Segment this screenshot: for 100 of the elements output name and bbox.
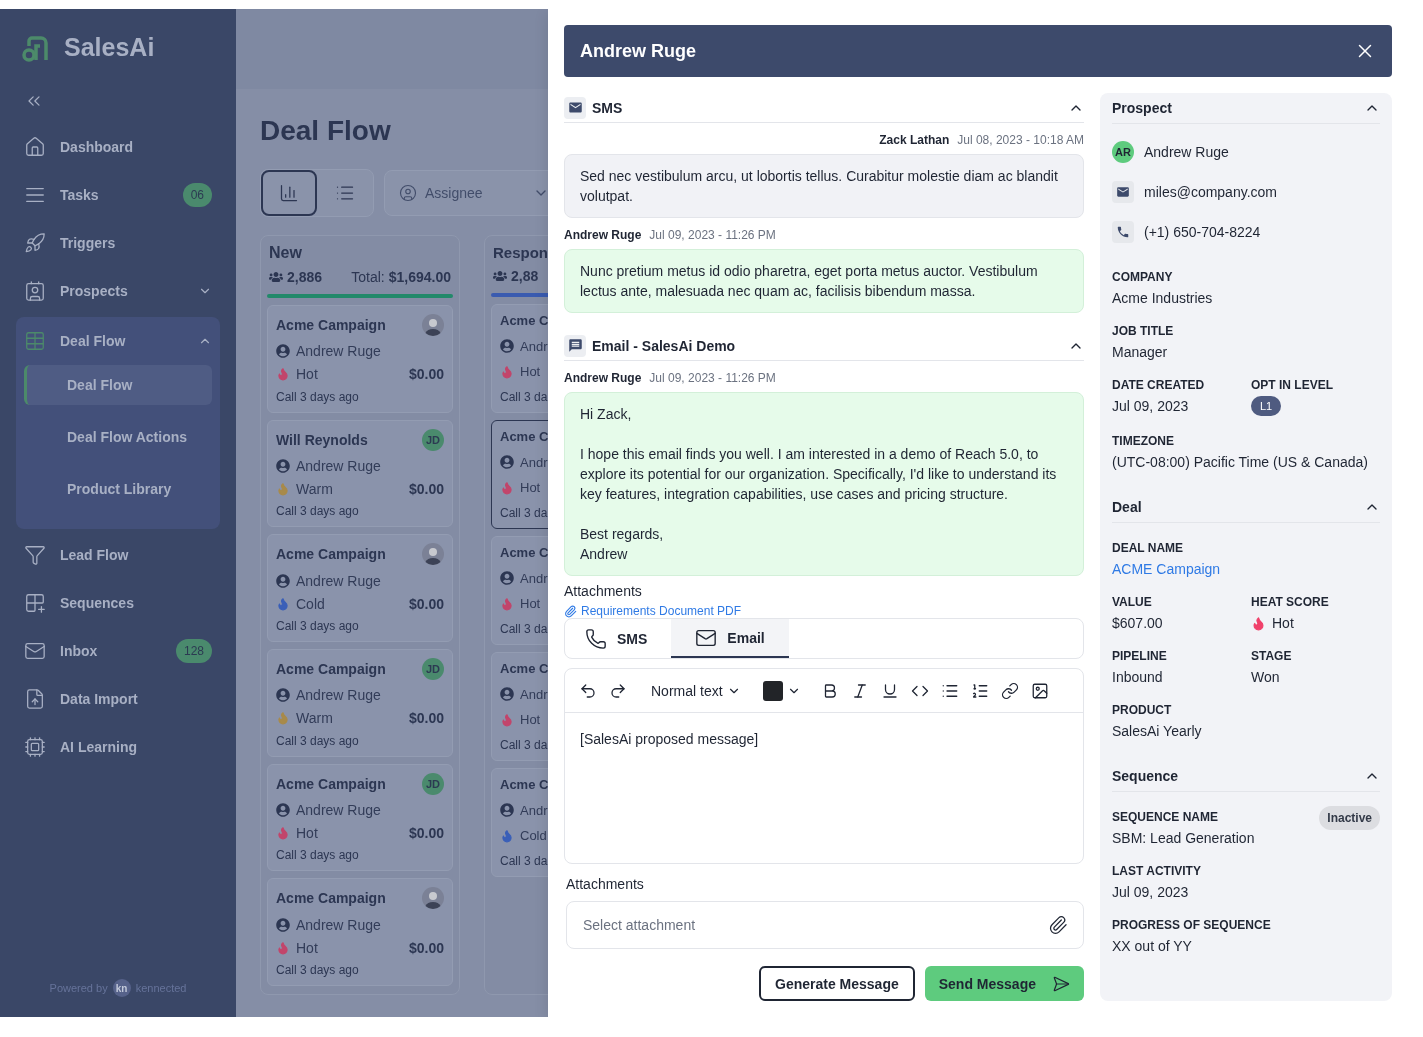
deal-title: Acme Campaign [276, 660, 387, 677]
send-button[interactable]: Send Message [924, 966, 1084, 1001]
field-label: STAGE [1251, 649, 1292, 663]
heat-label: Cold [520, 828, 548, 844]
flame-icon [276, 482, 290, 497]
assignee-name: Andrew Ruge [296, 343, 382, 360]
nav-item[interactable]: Data Import [16, 675, 220, 723]
field-label: LAST ACTIVITY [1112, 864, 1201, 878]
field-value: Jul 09, 2023 [1112, 398, 1190, 414]
deal-card[interactable]: Acme Campaign Andrew Ruge Hot $0.00 Call 3 days ago [267, 878, 453, 986]
sender-name: Zack Lathan [879, 133, 950, 147]
last-activity: Call 3 da [500, 389, 548, 404]
flame-icon [276, 826, 290, 841]
field-value: SalesAi Yearly [1112, 723, 1203, 739]
numbered-list-icon[interactable] [970, 681, 989, 700]
deal-card[interactable]: Acme Campaign JD Andrew Ruge Warm $0.00 Call 3 days ago [267, 648, 453, 757]
nav-item[interactable]: Tasks 06 [16, 171, 220, 219]
assignee-name: Andr [520, 338, 548, 354]
generate-button[interactable]: Generate Message [759, 966, 915, 1001]
user-icon [276, 344, 290, 359]
deal-value: $0.00 [408, 366, 444, 383]
deal-card[interactable]: Acme Campaign Andrew Ruge Cold $0.00 Call 3 days ago [267, 534, 453, 642]
deal-card[interactable]: Acme Campaign Andrew Ruge Hot $0.00 Call 3 days ago [267, 304, 453, 413]
board-view-button[interactable] [261, 170, 317, 216]
user-circle-icon [399, 184, 417, 202]
assignee-dropdown[interactable]: Assignee [384, 170, 548, 216]
user-icon [276, 573, 290, 588]
user-icon [500, 803, 514, 818]
nav-item[interactable]: Inbox 128 [16, 627, 220, 675]
contact-card-icon [24, 280, 46, 302]
file-upload-icon [24, 688, 46, 710]
last-activity: Call 3 days ago [276, 618, 360, 633]
assignee-name: Andr [520, 686, 548, 702]
nav-item[interactable]: Prospects [16, 267, 220, 315]
deal-card[interactable]: Acme C Andr Hot Call 3 da [491, 536, 548, 645]
table-icon [24, 330, 46, 352]
channel-tab[interactable]: Email [671, 619, 789, 658]
nav-item[interactable]: Sequences [16, 579, 220, 627]
flame-icon [276, 940, 290, 955]
nav-item[interactable]: Lead Flow [16, 531, 220, 579]
grid-plus-icon [24, 592, 46, 614]
attachments-label: Attachments [565, 876, 645, 892]
initials-avatar: JD [422, 657, 444, 680]
nav-item[interactable]: Triggers [16, 219, 220, 267]
deal-value: $0.00 [408, 481, 444, 498]
kennected-logo: kn [112, 979, 131, 997]
redo-icon[interactable] [609, 681, 627, 700]
user-icon [500, 339, 514, 354]
prospect-name: Andrew Ruge [1144, 144, 1229, 160]
email-address: miles@company.com [1144, 184, 1277, 200]
initials-avatar: AR [1112, 141, 1134, 163]
nav-subitem[interactable]: Deal Flow Actions [24, 417, 212, 457]
field-label: SEQUENCE NAME [1112, 810, 1218, 824]
link-icon[interactable] [1000, 681, 1019, 700]
deal-card[interactable]: Acme C Andr Cold Call 3 da [491, 768, 548, 877]
field-label: OPT IN LEVEL [1251, 378, 1333, 392]
deal-value: $0.00 [408, 710, 444, 727]
modal-title: Andrew Ruge [580, 40, 697, 62]
color-picker[interactable] [762, 680, 801, 701]
flame-icon [276, 367, 290, 382]
user-icon [276, 802, 290, 817]
deal-link[interactable]: ACME Campaign [1112, 561, 1380, 577]
nav-item[interactable]: AI Learning [16, 723, 220, 771]
section-title: Prospect [1112, 100, 1173, 116]
section-title: Sequence [1112, 768, 1180, 784]
attachment-field[interactable]: Select attachment [566, 901, 1084, 949]
avatar-icon [422, 887, 444, 910]
phone-number: (+1) 650-704-8224 [1144, 224, 1261, 240]
heat-value: Hot [1272, 615, 1294, 631]
message-editor[interactable]: Normal text [SalesAi proposed message] [564, 668, 1084, 864]
nav-subitem[interactable]: Deal Flow [24, 365, 212, 405]
field-value: XX out of YY [1112, 938, 1193, 954]
chat-bubble-icon [564, 334, 586, 357]
assignee-name: Andrew Ruge [296, 572, 382, 589]
deal-title: Acme C [500, 545, 548, 560]
undo-icon[interactable] [579, 681, 597, 700]
deal-title: Acme C [500, 661, 548, 676]
field-label: VALUE [1112, 595, 1152, 609]
image-icon[interactable] [1030, 681, 1049, 700]
deal-card[interactable]: Acme C Andr Hot Call 3 da [491, 420, 548, 529]
attachment-link[interactable]: Requirements Document PDF [564, 604, 742, 618]
channel-tab[interactable]: SMS [585, 619, 672, 658]
field-label: PIPELINE [1112, 649, 1167, 663]
deal-card[interactable]: Will Reynolds JD Andrew Ruge Warm $0.00 Call 3 days ago [267, 419, 453, 528]
nav-item[interactable]: Dashboard [16, 123, 220, 171]
field-label: JOB TITLE [1112, 324, 1174, 338]
deal-card[interactable]: Acme Campaign JD Andrew Ruge Hot $0.00 Call 3 days ago [267, 763, 453, 872]
nav-item[interactable]: Deal Flow [16, 317, 220, 365]
deal-card[interactable]: Acme C Andr Hot Call 3 da [491, 652, 548, 761]
sender-name: Andrew Ruge [564, 228, 642, 242]
field-label: DEAL NAME [1112, 541, 1184, 555]
deal-count: 2,88 [511, 268, 539, 284]
deal-card[interactable]: Acme C Andr Hot Call 3 da [491, 304, 548, 413]
user-icon [276, 917, 290, 932]
deal-value: $0.00 [408, 595, 444, 612]
nav-subitem[interactable]: Product Library [24, 469, 212, 509]
text-style-dropdown[interactable]: Normal text [651, 682, 741, 699]
paperclip-icon[interactable] [1048, 915, 1068, 935]
field-label: HEAT SCORE [1251, 595, 1329, 609]
deal-value: $0.00 [408, 939, 444, 956]
